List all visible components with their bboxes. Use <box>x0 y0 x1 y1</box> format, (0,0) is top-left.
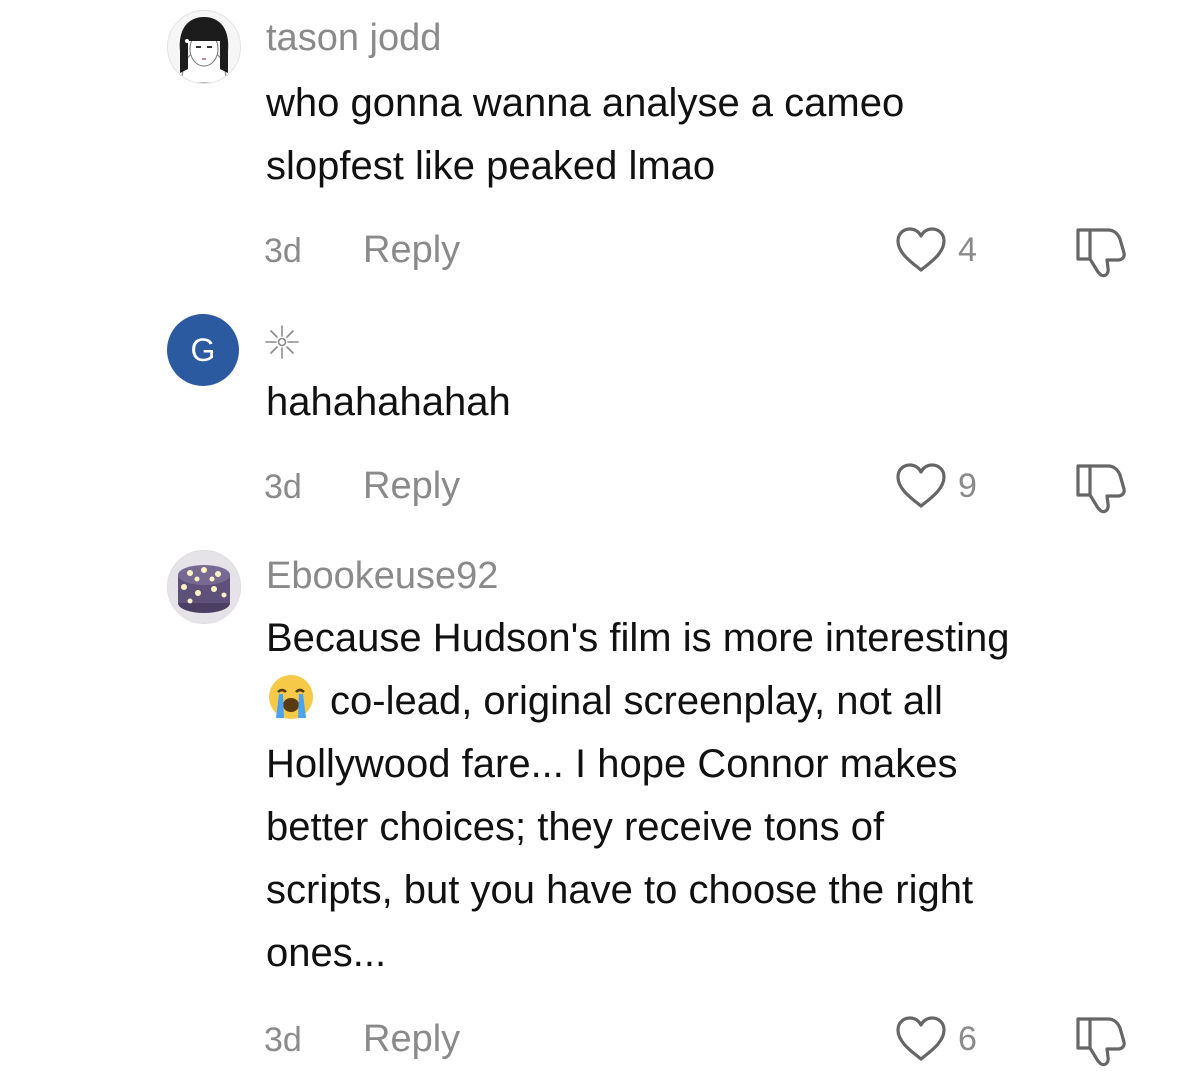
like-count: 9 <box>958 467 977 505</box>
comment-line: Because Hudson's film is more interestin… <box>266 616 1010 660</box>
thumbs-down-icon <box>1076 1017 1126 1067</box>
timestamp: 3d <box>264 232 302 270</box>
like-count: 6 <box>958 1020 977 1058</box>
thumbs-down-icon <box>1076 464 1126 514</box>
heart-icon <box>896 463 946 508</box>
avatar[interactable]: G <box>167 314 239 386</box>
sparkle-icon[interactable] <box>262 322 302 362</box>
username[interactable]: tason jodd <box>266 19 441 57</box>
like-button[interactable] <box>894 462 948 510</box>
comment-line: who gonna wanna analyse a cameo <box>266 81 905 125</box>
comment-line: Hollywood fare... I hope Connor makes <box>266 742 958 786</box>
comment-text: who gonna wanna analyse a cameo slopfest… <box>266 72 904 198</box>
thumbs-down-icon <box>1076 228 1126 278</box>
dislike-button[interactable] <box>1072 458 1130 516</box>
reply-button[interactable]: Reply <box>363 1020 460 1058</box>
timestamp: 3d <box>264 468 302 506</box>
dislike-button[interactable] <box>1072 1011 1130 1069</box>
comment-text: hahahahahah <box>266 371 511 434</box>
purple-cake-avatar-icon <box>168 551 240 623</box>
loudly-crying-face-icon <box>269 675 313 719</box>
comment-text: Because Hudson's film is more interestin… <box>266 607 1010 985</box>
avatar-letter: G <box>190 332 216 368</box>
dislike-button[interactable] <box>1072 222 1130 280</box>
reply-button[interactable]: Reply <box>363 467 460 505</box>
heart-icon <box>896 1016 946 1061</box>
comment-line: hahahahahah <box>266 380 511 424</box>
comment-line: co-lead, original screenplay, not all <box>266 670 1010 733</box>
heart-icon <box>896 227 946 272</box>
comment-line: scripts, but you have to choose the righ… <box>266 868 974 912</box>
like-button[interactable] <box>894 226 948 274</box>
reply-button[interactable]: Reply <box>363 231 460 269</box>
timestamp: 3d <box>264 1021 302 1059</box>
username[interactable]: Ebookeuse92 <box>266 557 498 595</box>
comment-line: slopfest like peaked lmao <box>266 144 716 188</box>
avatar[interactable] <box>167 10 241 84</box>
comment-line: ones... <box>266 931 387 975</box>
like-button[interactable] <box>894 1015 948 1063</box>
like-count: 4 <box>958 231 977 269</box>
anime-girl-avatar-icon <box>168 11 240 83</box>
comment-line-text: co-lead, original screenplay, not all <box>330 679 943 723</box>
avatar[interactable] <box>167 550 241 624</box>
comment-line: better choices; they receive tons of <box>266 805 885 849</box>
